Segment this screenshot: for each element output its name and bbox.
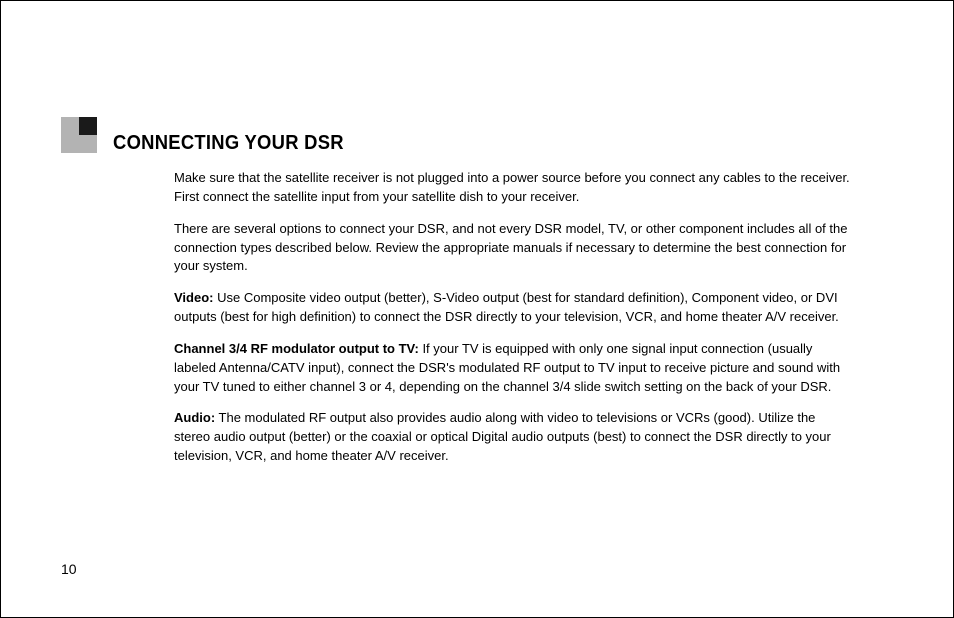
body-content: Make sure that the satellite receiver is… bbox=[174, 169, 854, 479]
logo-square-tr bbox=[79, 117, 97, 135]
paragraph-intro: Make sure that the satellite receiver is… bbox=[174, 169, 854, 207]
video-label: Video: bbox=[174, 290, 214, 305]
audio-text: The modulated RF output also provides au… bbox=[174, 410, 831, 463]
page-number: 10 bbox=[61, 561, 77, 577]
rf-label: Channel 3/4 RF modulator output to TV: bbox=[174, 341, 419, 356]
paragraph-audio: Audio: The modulated RF output also prov… bbox=[174, 409, 854, 466]
paragraph-options: There are several options to connect you… bbox=[174, 220, 854, 277]
paragraph-video: Video: Use Composite video output (bette… bbox=[174, 289, 854, 327]
audio-label: Audio: bbox=[174, 410, 215, 425]
video-text: Use Composite video output (better), S-V… bbox=[174, 290, 839, 324]
logo-square-br bbox=[79, 135, 97, 153]
logo-square-tl bbox=[61, 117, 79, 135]
logo-square-bl bbox=[61, 135, 79, 153]
paragraph-rf: Channel 3/4 RF modulator output to TV: I… bbox=[174, 340, 854, 397]
logo-icon bbox=[61, 117, 97, 153]
page-heading: CONNECTING YOUR DSR bbox=[113, 132, 344, 155]
